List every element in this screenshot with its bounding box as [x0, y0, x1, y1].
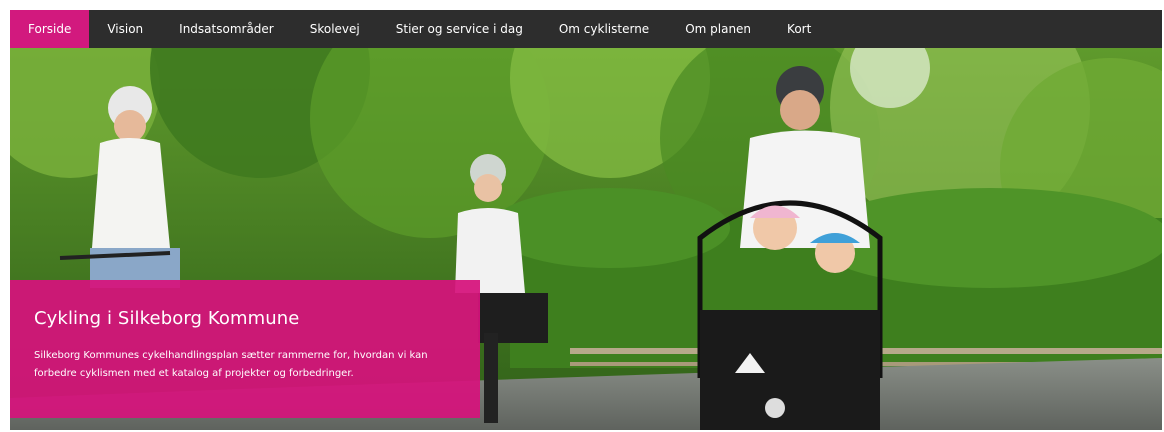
hero-title: Cykling i Silkeborg Kommune	[34, 308, 300, 329]
nav-item-kort[interactable]: Kort	[769, 10, 829, 48]
nav-item-indsatsomraader[interactable]: Indsatsområder	[161, 10, 292, 48]
main-navigation: Forside Vision Indsatsområder Skolevej S…	[10, 10, 1162, 48]
hero-banner: Cykling i Silkeborg Kommune Silkeborg Ko…	[10, 48, 1162, 430]
nav-item-forside[interactable]: Forside	[10, 10, 90, 48]
nav-item-om-cyklisterne[interactable]: Om cyklisterne	[541, 10, 667, 48]
nav-item-stier-og-service[interactable]: Stier og service i dag	[378, 10, 541, 48]
hero-description: Silkeborg Kommunes cykelhandlingsplan sæ…	[34, 350, 428, 379]
nav-item-vision[interactable]: Vision	[89, 10, 161, 48]
page-frame: Forside Vision Indsatsområder Skolevej S…	[10, 10, 1162, 430]
nav-item-om-planen[interactable]: Om planen	[667, 10, 769, 48]
hero-caption-box: Cykling i Silkeborg Kommune Silkeborg Ko…	[10, 280, 480, 418]
nav-item-skolevej[interactable]: Skolevej	[292, 10, 378, 48]
